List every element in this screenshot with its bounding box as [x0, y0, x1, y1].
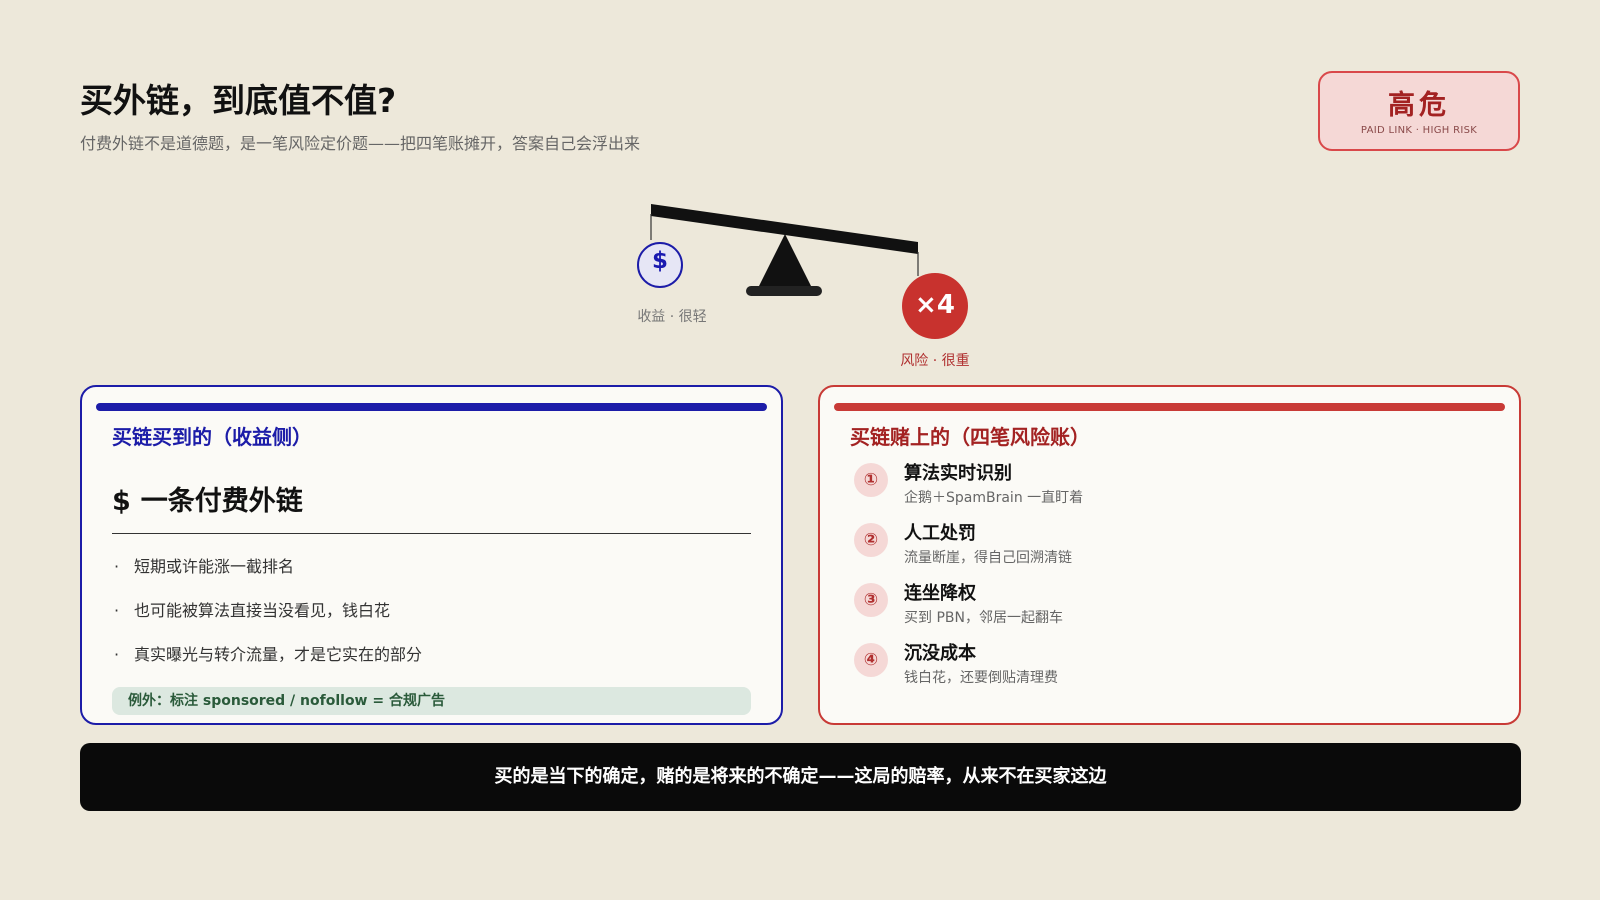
footer-banner: 买的是当下的确定，赌的是将来的不确定——这局的赔率，从来不在买家这边	[80, 743, 1521, 811]
heavy-label: 风险 · 很重	[900, 353, 970, 369]
exception-note: 例外：标注 sponsored / nofollow = 合规广告	[112, 687, 751, 715]
gain-card-bar	[96, 403, 767, 411]
risk-title: 人工处罚	[904, 523, 976, 544]
light-symbol: $	[651, 248, 668, 274]
balance-scale: $ 收益 · 很轻 ×4 风险 · 很重	[600, 190, 1020, 380]
page-title: 买外链，到底值不值?	[80, 81, 397, 120]
light-label: 收益 · 很轻	[637, 309, 707, 325]
bullet-text: 短期或许能涨一截排名	[134, 557, 295, 576]
risk-desc: 企鹅＋SpamBrain 一直盯着	[904, 490, 1084, 506]
gain-bullets: · 短期或许能涨一截排名 · 也可能被算法直接当没看见，钱白花 · 真实曝光与转介流量…	[114, 555, 422, 687]
risk-desc: 流量断崖，得自己回溯清链	[904, 550, 1072, 566]
gain-divider	[112, 533, 751, 534]
risk-title: 算法实时识别	[904, 463, 1012, 484]
risk-desc: 钱白花，还要倒贴清理费	[904, 670, 1058, 686]
list-item: · 短期或许能涨一截排名	[114, 555, 422, 599]
list-item: · 也可能被算法直接当没看见，钱白花	[114, 599, 422, 643]
bullet-text: 也可能被算法直接当没看见，钱白花	[134, 601, 391, 620]
dollar-icon: $	[112, 486, 131, 517]
gain-item-text: 一条付费外链	[140, 486, 303, 517]
risk-badge: 高危 PAID LINK · HIGH RISK	[1318, 71, 1520, 151]
risk-desc: 买到 PBN，邻居一起翻车	[904, 610, 1063, 626]
risk-title: 沉没成本	[904, 643, 976, 664]
bullet-icon: ·	[114, 601, 120, 620]
risk-card-heading: 买链赌上的（四笔风险账）	[850, 425, 1090, 449]
bullet-icon: ·	[114, 557, 120, 576]
bullet-icon: ·	[114, 645, 120, 664]
bullet-text: 真实曝光与转介流量，才是它实在的部分	[134, 645, 423, 664]
scale-base	[746, 286, 822, 296]
risk-number-badge: ③	[854, 583, 888, 617]
list-item: · 真实曝光与转介流量，才是它实在的部分	[114, 643, 422, 687]
risk-number-badge: ①	[854, 463, 888, 497]
risk-number-badge: ②	[854, 523, 888, 557]
risk-badge-title: 高危	[1388, 90, 1450, 121]
risk-card-bar	[834, 403, 1505, 411]
heavy-symbol: ×4	[915, 290, 955, 320]
risk-title: 连坐降权	[904, 583, 976, 604]
risk-number-badge: ④	[854, 643, 888, 677]
scale-fulcrum	[758, 234, 812, 288]
risk-card: 买链赌上的（四笔风险账） ① 算法实时识别 企鹅＋SpamBrain 一直盯着 …	[818, 385, 1521, 725]
risk-badge-subtitle: PAID LINK · HIGH RISK	[1360, 125, 1478, 136]
gain-card: 买链买到的（收益侧） $ 一条付费外链 · 短期或许能涨一截排名 · 也可能被算法直接…	[80, 385, 783, 725]
gain-item-title: $ 一条付费外链	[112, 479, 303, 518]
gain-card-heading: 买链买到的（收益侧）	[112, 425, 312, 449]
page-subtitle: 付费外链不是道德题，是一笔风险定价题——把四笔账摊开，答案自己会浮出来	[80, 134, 641, 153]
